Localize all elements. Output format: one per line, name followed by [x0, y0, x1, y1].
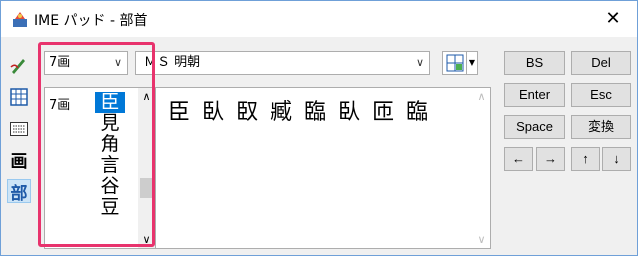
bs-key[interactable]: BS: [504, 51, 565, 75]
character-cell[interactable]: 臤: [230, 94, 264, 126]
ime-pad-app-icon: [13, 12, 27, 27]
soft-keyboard-icon[interactable]: [7, 117, 31, 141]
character-cell[interactable]: 臥: [196, 94, 230, 126]
right-arrow-key[interactable]: →: [536, 147, 565, 171]
stroke-count-select[interactable]: 7画 ∨: [44, 51, 128, 75]
scroll-thumb[interactable]: [140, 178, 153, 198]
radical-list: 7画 臣 見 角 言 谷 豆 ∧ ∨: [44, 87, 156, 249]
scroll-up-icon[interactable]: ∧: [473, 90, 490, 103]
stroke-count-value: 7画: [49, 55, 71, 70]
radical-button[interactable]: 部: [7, 179, 31, 204]
character-cell[interactable]: 臥: [332, 94, 366, 126]
character-list-icon[interactable]: [7, 85, 31, 109]
window-title: IME パッド - 部首: [34, 13, 148, 29]
character-cell[interactable]: 臨: [298, 94, 332, 126]
convert-key[interactable]: 変換: [571, 115, 631, 139]
character-grid-icon: [446, 54, 464, 72]
handwriting-icon[interactable]: [7, 53, 31, 77]
ime-pad-window: IME パッド - 部首 ✕ 画 部 7画 ∨ ＭＳ 明朝 ∨ ▼ 7画 臣 見…: [0, 0, 638, 256]
radical-item[interactable]: 豆: [95, 197, 125, 218]
down-arrow-key[interactable]: ↓: [602, 147, 631, 171]
view-mode-button[interactable]: ▼: [442, 51, 478, 75]
radical-item[interactable]: 谷: [95, 176, 125, 197]
font-select[interactable]: ＭＳ 明朝 ∨: [135, 51, 430, 75]
scroll-up-icon[interactable]: ∧: [138, 90, 155, 103]
up-arrow-key[interactable]: ↑: [571, 147, 600, 171]
scroll-down-icon[interactable]: ∨: [138, 233, 155, 246]
title-bar: IME パッド - 部首 ✕: [1, 1, 637, 37]
chevron-down-icon: ∨: [113, 56, 122, 69]
space-key[interactable]: Space: [504, 115, 565, 139]
del-key[interactable]: Del: [571, 51, 631, 75]
esc-key[interactable]: Esc: [571, 83, 631, 107]
character-grid: 臣 臥 臤 臧 臨 臥 匝 臨 ∧ ∨: [156, 87, 491, 249]
scroll-down-icon[interactable]: ∨: [473, 233, 490, 246]
character-cell[interactable]: 臧: [264, 94, 298, 126]
total-strokes-button[interactable]: 画: [7, 147, 31, 172]
character-cell[interactable]: 臨: [400, 94, 434, 126]
enter-key[interactable]: Enter: [504, 83, 565, 107]
left-arrow-key[interactable]: ←: [504, 147, 533, 171]
radical-items: 臣 見 角 言 谷 豆: [95, 92, 125, 218]
chevron-down-icon: ∨: [415, 56, 424, 69]
stroke-group-label: 7画: [49, 98, 71, 113]
close-button[interactable]: ✕: [601, 7, 625, 31]
character-cell[interactable]: 匝: [366, 94, 400, 126]
radical-item[interactable]: 見: [95, 113, 125, 134]
character-row: 臣 臥 臤 臧 臨 臥 匝 臨: [162, 94, 434, 126]
character-scrollbar[interactable]: ∧ ∨: [473, 88, 490, 248]
dropdown-arrow-icon[interactable]: ▼: [466, 52, 477, 74]
radical-item[interactable]: 角: [95, 134, 125, 155]
pad-mode-toolbar: 画 部: [5, 51, 33, 251]
character-cell[interactable]: 臣: [162, 94, 196, 126]
font-select-value: ＭＳ 明朝: [144, 55, 201, 70]
radical-item[interactable]: 言: [95, 155, 125, 176]
radical-item[interactable]: 臣: [95, 92, 125, 113]
radical-scrollbar[interactable]: ∧ ∨: [138, 88, 155, 248]
